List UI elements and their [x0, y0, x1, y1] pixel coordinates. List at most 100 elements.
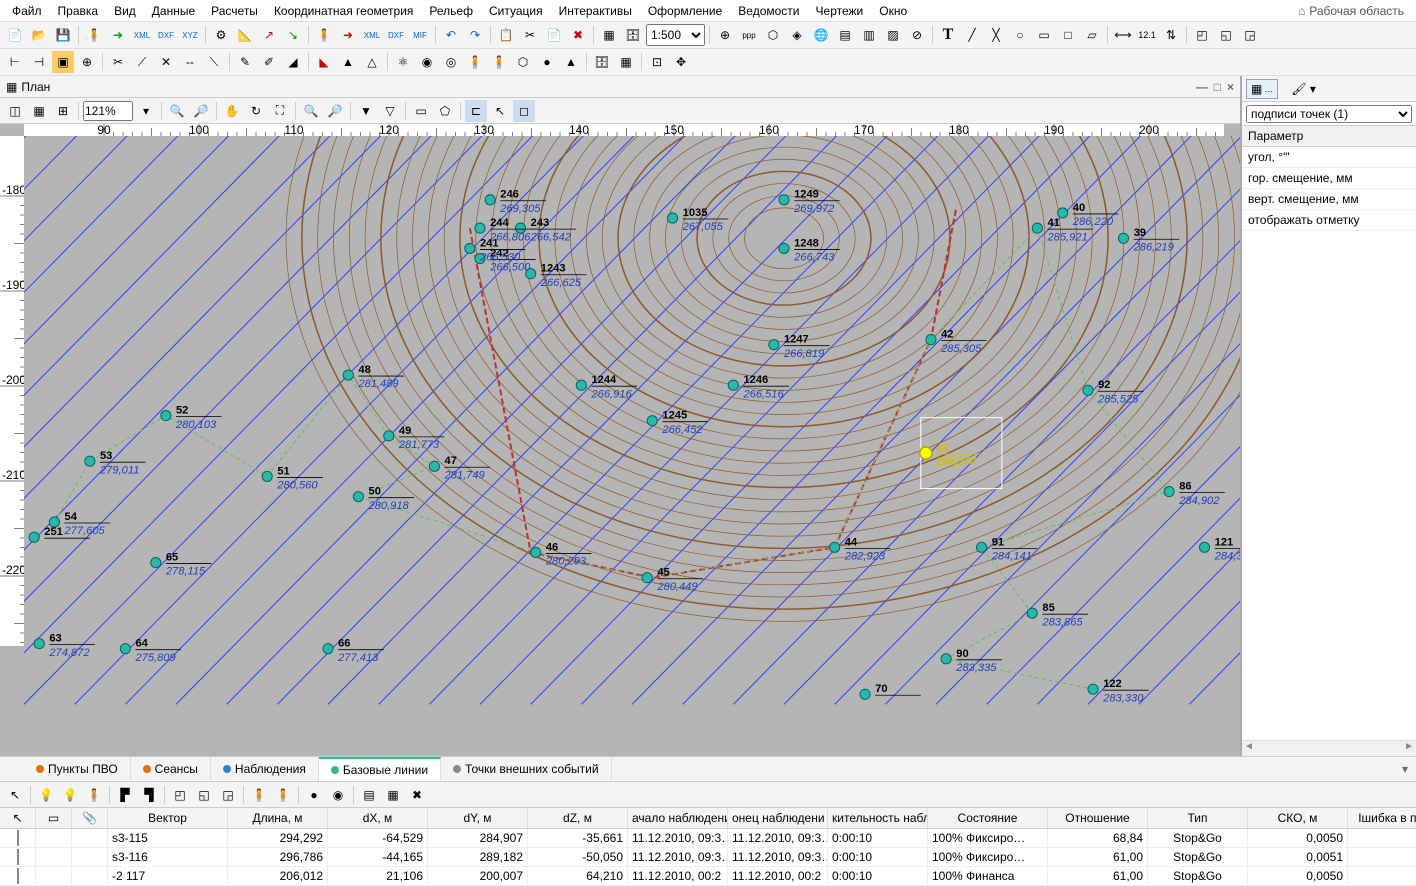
cell-type[interactable]: Stop&Go [1148, 867, 1248, 886]
menu-relief[interactable]: Рельеф [421, 2, 481, 20]
select-poly-icon[interactable]: ⬠ [434, 100, 456, 122]
cell-dur[interactable]: 0:00:10 [828, 867, 928, 886]
tt-person2-icon[interactable]: 🧍 [248, 784, 270, 806]
import-person-icon[interactable]: 🧍 [83, 24, 105, 46]
tt-person3-icon[interactable]: 🧍 [272, 784, 294, 806]
arrow-green-icon[interactable]: ↘ [282, 24, 304, 46]
cell-type[interactable]: Stop&Go [1148, 829, 1248, 848]
cell-t0[interactable]: 11.12.2010, 00:2 [628, 867, 728, 886]
tool-icon-1[interactable]: ⊕ [714, 24, 736, 46]
proc-icon-1[interactable]: ⚛ [392, 51, 414, 73]
tool-icon-4[interactable]: ◈ [786, 24, 808, 46]
win-icon-1[interactable]: ◰ [1191, 24, 1213, 46]
cell-ratio[interactable]: 68,84 [1048, 829, 1148, 848]
redo-icon[interactable]: ↷ [464, 24, 486, 46]
tt-calc-icon[interactable]: ▤ [358, 784, 380, 806]
cell-t0[interactable]: 11.12.2010, 09:3… [628, 829, 728, 848]
zoom-window-icon[interactable]: 🔍 [300, 100, 322, 122]
row-attach[interactable] [72, 829, 108, 848]
proc-icon-6[interactable]: ⬡ [512, 51, 534, 73]
menu-edit[interactable]: Правка [50, 2, 107, 20]
export-xml-icon[interactable]: XML [361, 24, 383, 46]
props-h-scrollbar[interactable] [1242, 740, 1416, 756]
col-header[interactable]: dY, м [428, 808, 528, 829]
proc-icon-5[interactable]: 🧍 [488, 51, 510, 73]
col-header[interactable]: ачало наблюдени [628, 808, 728, 829]
minimize-icon[interactable]: — [1196, 80, 1208, 94]
col-select[interactable]: ↖ [0, 808, 36, 829]
col-header[interactable]: dZ, м [528, 808, 628, 829]
cell-t0[interactable]: 11.12.2010, 09:3… [628, 848, 728, 867]
new-file-icon[interactable]: 📄 [4, 24, 26, 46]
edit-icon-6[interactable]: ✎ [234, 51, 256, 73]
menu-data[interactable]: Данные [144, 2, 203, 20]
cell-dx[interactable]: -64,529 [328, 829, 428, 848]
plan-tool-1[interactable]: ◫ [4, 100, 26, 122]
cell-err[interactable]: 0,0 [1348, 867, 1416, 886]
dim-icon-1[interactable]: ⟷ [1112, 24, 1134, 46]
edit-icon-7[interactable]: ✐ [258, 51, 280, 73]
col-header[interactable]: Отношение [1048, 808, 1148, 829]
import-xyz-icon[interactable]: XYZ [179, 24, 201, 46]
cell-dur[interactable]: 0:00:10 [828, 829, 928, 848]
tt-settings-icon[interactable]: ✖ [406, 784, 428, 806]
cell-t1[interactable]: 11.12.2010, 00:2 [728, 867, 828, 886]
col-header[interactable]: Ішибка в план [1348, 808, 1416, 829]
props-row[interactable]: отображать отметку [1242, 210, 1416, 231]
col-header[interactable]: Тип [1148, 808, 1248, 829]
copy-icon[interactable]: 📋 [495, 24, 517, 46]
export-arrow-icon[interactable]: ➜ [337, 24, 359, 46]
row-attach[interactable] [72, 867, 108, 886]
grid-icon[interactable]: ▦ [598, 24, 620, 46]
tool-icon-8[interactable]: ▨ [882, 24, 904, 46]
menu-situation[interactable]: Ситуация [481, 2, 551, 20]
tt-tool2-icon[interactable]: ▜ [138, 784, 160, 806]
cell-len[interactable]: 206,012 [228, 867, 328, 886]
snap-icon-1[interactable]: ⊢ [4, 51, 26, 73]
workspace-switcher[interactable]: ⌂ Рабочая область [1298, 4, 1412, 18]
edit-icon-2[interactable]: ⟋ [131, 51, 153, 73]
tab-Точки внешних событий[interactable]: Точки внешних событий [441, 757, 612, 781]
text-tool-icon[interactable]: T [937, 24, 959, 46]
table-icon[interactable]: ▦ [615, 51, 637, 73]
col-attach[interactable]: 📎 [72, 808, 108, 829]
rotate-icon[interactable]: ↻ [245, 100, 267, 122]
props-tab-style[interactable]: 🖌 ▾ [1286, 79, 1321, 99]
tt-table-icon[interactable]: ▦ [382, 784, 404, 806]
plan-tool-3[interactable]: ⊞ [52, 100, 74, 122]
cell-err[interactable]: 0,0 [1348, 829, 1416, 848]
import-dxf-icon[interactable]: DXF [155, 24, 177, 46]
edit-icon-4[interactable]: -- [179, 51, 201, 73]
menu-drawings[interactable]: Чертежи [808, 2, 872, 20]
row-flag[interactable] [36, 867, 72, 886]
draw-line-icon[interactable]: ╱ [961, 24, 983, 46]
filter-icon[interactable]: ▼ [355, 100, 377, 122]
plan-tool-2[interactable]: ▦ [28, 100, 50, 122]
tool-icon-6[interactable]: ▤ [834, 24, 856, 46]
relief-icon-3[interactable]: △ [361, 51, 383, 73]
cell-vector[interactable]: -2 117 [108, 867, 228, 886]
cell-dur[interactable]: 0:00:10 [828, 848, 928, 867]
props-filter-select[interactable]: подписи точек (1) [1246, 105, 1412, 123]
row-attach[interactable] [72, 848, 108, 867]
edit-icon-3[interactable]: ✕ [155, 51, 177, 73]
import-arrow-icon[interactable]: ➜ [107, 24, 129, 46]
row-checkbox[interactable] [0, 829, 36, 848]
menu-coord[interactable]: Координатная геометрия [266, 2, 421, 20]
cell-t1[interactable]: 11.12.2010, 09:3… [728, 829, 828, 848]
cell-dx[interactable]: 21,106 [328, 867, 428, 886]
calc2-icon[interactable]: 📐 [234, 24, 256, 46]
mode-1-icon[interactable]: ⊏ [465, 100, 487, 122]
mode-2-icon[interactable]: ↖ [489, 100, 511, 122]
row-checkbox[interactable] [0, 848, 36, 867]
menu-view[interactable]: Вид [106, 2, 144, 20]
tab-Сеансы[interactable]: Сеансы [131, 757, 211, 781]
select-rect-icon[interactable]: ▭ [410, 100, 432, 122]
proc-icon-7[interactable]: ● [536, 51, 558, 73]
snap-icon-3[interactable]: ▣ [52, 51, 74, 73]
tool-icon-7[interactable]: ▥ [858, 24, 880, 46]
zoom-out-icon[interactable]: 🔎 [190, 100, 212, 122]
cell-ratio[interactable]: 61,00 [1048, 848, 1148, 867]
cell-sko[interactable]: 0,0050 [1248, 867, 1348, 886]
relief-icon-1[interactable]: ◣ [313, 51, 335, 73]
